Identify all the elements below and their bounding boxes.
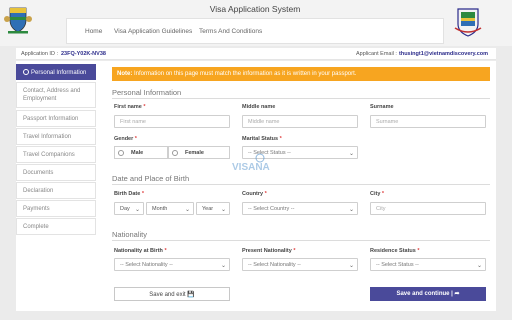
first-name-input[interactable]: First name: [114, 115, 230, 128]
middle-name-input[interactable]: Middle name: [242, 115, 358, 128]
chevron-down-icon: ⌄: [220, 207, 226, 213]
passport-note-banner: Note: Information on this page must matc…: [112, 67, 490, 81]
surname-input[interactable]: Surname: [370, 115, 486, 128]
sidebar-item-passport[interactable]: Passport Information: [16, 110, 96, 127]
birth-date-label: Birth Date *: [114, 191, 144, 197]
radio-circle-icon: [172, 150, 178, 156]
main-nav: Home Visa Application Guidelines Terms A…: [66, 18, 444, 44]
section-divider: [112, 98, 490, 99]
visana-watermark-logo: VISANA: [232, 153, 270, 173]
chevron-down-icon: ⌄: [220, 263, 226, 269]
sidebar-item-travel-information[interactable]: Travel Information: [16, 128, 96, 145]
gender-female-radio[interactable]: Female: [168, 146, 230, 159]
gender-label: Gender *: [114, 136, 137, 142]
marital-status-label: Marital Status *: [242, 136, 282, 142]
chevron-down-icon: ⌄: [184, 207, 190, 213]
sidebar-item-personal-information[interactable]: Personal Information: [16, 64, 96, 80]
nav-terms[interactable]: Terms And Conditions: [199, 28, 262, 35]
nav-home[interactable]: Home: [85, 28, 102, 35]
header: Visa Application System Home Visa Applic…: [0, 0, 512, 46]
section-divider: [112, 240, 490, 241]
residence-status-select[interactable]: -- Select Status -- ⌄: [370, 258, 486, 271]
sidebar-item-declaration[interactable]: Declaration: [16, 182, 96, 199]
city-input[interactable]: City: [370, 202, 486, 215]
section-title-nationality: Nationality: [112, 230, 148, 239]
middle-name-label: Middle name: [242, 104, 276, 110]
nationality-at-birth-select[interactable]: -- Select Nationality -- ⌄: [114, 258, 230, 271]
applicant-email-label: Applicant Email :: [356, 51, 397, 57]
sidebar-item-documents[interactable]: Documents: [16, 164, 96, 181]
section-title-personal: Personal Information: [112, 88, 182, 97]
coat-of-arms-icon: [4, 7, 32, 34]
present-nationality-label: Present Nationality *: [242, 248, 296, 254]
present-nationality-select[interactable]: -- Select Nationality -- ⌄: [242, 258, 358, 271]
save-icon: 💾: [187, 292, 195, 298]
city-label: City *: [370, 191, 385, 197]
birth-month-select[interactable]: Month ⌄: [146, 202, 194, 215]
chevron-down-icon: ⌄: [134, 207, 140, 213]
application-id-value: 23FQ-Y02K-NV38: [61, 51, 106, 57]
share-arrow-icon: | ➦: [451, 291, 460, 297]
birth-year-select[interactable]: Year ⌄: [196, 202, 230, 215]
visana-watermark-text: VISANA: [232, 162, 270, 173]
gender-male-radio[interactable]: Male: [114, 146, 168, 159]
save-and-continue-button[interactable]: Save and continue | ➦: [370, 287, 486, 301]
country-label: Country *: [242, 191, 267, 197]
sidebar-item-travel-companions[interactable]: Travel Companions: [16, 146, 96, 163]
chevron-down-icon: ⌄: [476, 263, 482, 269]
section-divider: [112, 184, 490, 185]
nationality-at-birth-label: Nationality at Birth *: [114, 248, 167, 254]
app-title: Visa Application System: [209, 4, 301, 14]
first-name-label: First name *: [114, 104, 146, 110]
section-title-birth: Date and Place of Birth: [112, 174, 190, 183]
country-select[interactable]: -- Select Country -- ⌄: [242, 202, 358, 215]
application-id-label: Application ID :: [21, 51, 58, 57]
residence-status-label: Residence Status *: [370, 248, 420, 254]
sidebar-item-payments[interactable]: Payments: [16, 200, 96, 217]
applicant-email-value: thusingt1@vietnamdiscovery.com: [399, 51, 489, 57]
nav-visa-guidelines[interactable]: Visa Application Guidelines: [114, 28, 192, 35]
refresh-icon: [23, 69, 29, 75]
application-info-bar: Application ID : 23FQ-Y02K-NV38 Applican…: [16, 48, 496, 60]
sidebar-item-complete[interactable]: Complete: [16, 218, 96, 235]
surname-label: Surname: [370, 104, 394, 110]
save-and-exit-button[interactable]: Save and exit 💾: [114, 287, 230, 301]
chevron-down-icon: ⌄: [348, 151, 354, 157]
radio-circle-icon: [118, 150, 124, 156]
sidebar-item-contact-address[interactable]: Contact, Address and Employment: [16, 82, 96, 108]
chevron-down-icon: ⌄: [348, 263, 354, 269]
birth-day-select[interactable]: Day ⌄: [114, 202, 144, 215]
immigration-badge-icon: [454, 8, 482, 37]
chevron-down-icon: ⌄: [348, 207, 354, 213]
